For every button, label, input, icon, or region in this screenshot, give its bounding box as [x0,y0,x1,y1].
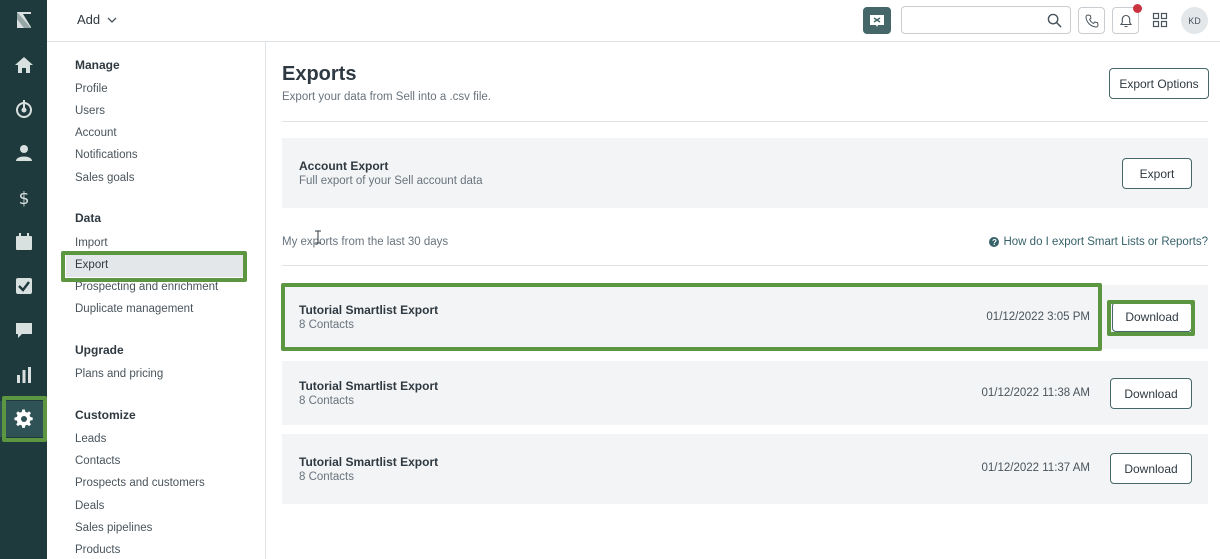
nav-heading-data: Data [75,211,102,225]
notification-badge [1133,4,1142,13]
reports-icon[interactable] [0,357,47,393]
add-menu-button[interactable]: Add [77,12,117,27]
export-row-date: 01/12/2022 11:37 AM [981,462,1091,474]
leads-icon[interactable] [0,91,47,127]
export-row-date: 01/12/2022 11:38 AM [981,387,1091,399]
download-button[interactable]: Download [1110,453,1192,484]
nav-item-notifications[interactable]: Notifications [75,149,138,161]
export-row: Tutorial Smartlist Export 8 Contacts 01/… [282,285,1208,349]
calendar-icon[interactable] [0,224,47,260]
chevron-down-icon [107,17,117,23]
export-row: Tutorial Smartlist Export 8 Contacts 01/… [282,434,1208,504]
add-label: Add [77,12,101,27]
nav-item-sales-goals[interactable]: Sales goals [75,172,134,184]
avatar-initials: KD [1188,15,1201,26]
export-row-count: 8 Contacts [299,471,354,483]
nav-item-duplicate-management[interactable]: Duplicate management [75,303,193,315]
account-export-card: Account Export Full export of your Sell … [282,138,1208,208]
nav-item-sales-pipelines[interactable]: Sales pipelines [75,522,152,534]
nav-item-profile[interactable]: Profile [75,83,108,95]
export-row-count: 8 Contacts [299,395,354,407]
notifications-button[interactable] [1112,4,1142,34]
messages-icon[interactable] [0,312,47,348]
export-row-date: 01/12/2022 3:05 PM [986,311,1090,323]
nav-item-leads[interactable]: Leads [75,433,106,445]
nav-item-deals[interactable]: Deals [75,500,104,512]
account-export-title: Account Export [299,159,389,173]
phone-icon [1084,13,1099,28]
nav-heading-manage: Manage [75,58,120,72]
apps-grid-icon[interactable] [1152,12,1168,28]
page-subtitle: Export your data from Sell into a .csv f… [282,91,492,103]
nav-item-users[interactable]: Users [75,105,105,117]
download-button[interactable]: Download [1110,378,1192,409]
avatar[interactable]: KD [1181,7,1208,34]
nav-item-plans-pricing[interactable]: Plans and pricing [75,368,163,380]
nav-item-import[interactable]: Import [75,237,108,249]
nav-heading-upgrade: Upgrade [75,343,124,357]
bell-icon [1119,14,1132,27]
export-row-title: Tutorial Smartlist Export [299,303,439,317]
search-input[interactable] [902,7,1042,33]
help-link[interactable]: ? How do I export Smart Lists or Reports… [989,236,1208,248]
settings-icon[interactable] [0,401,47,437]
tasks-icon[interactable] [0,268,47,304]
export-button[interactable]: Export [1122,158,1192,189]
nav-item-prospecting[interactable]: Prospecting and enrichment [75,281,218,293]
nav-item-products[interactable]: Products [75,544,120,556]
svg-text:$: $ [18,189,29,208]
download-button[interactable]: Download [1112,302,1192,332]
text-cursor-icon [315,230,321,244]
phone-button[interactable] [1078,7,1105,34]
logo-icon[interactable] [0,2,47,38]
export-row: Tutorial Smartlist Export 8 Contacts 01/… [282,361,1208,425]
chat-button[interactable] [863,7,891,34]
nav-item-export[interactable]: Export [75,259,108,271]
search-box[interactable] [901,6,1071,34]
header-divider [282,121,1208,122]
settings-nav: Manage Profile Users Account Notificatio… [47,42,266,559]
export-options-button[interactable]: Export Options [1109,68,1209,99]
nav-heading-customize: Customize [75,408,136,422]
contacts-icon[interactable] [0,135,47,171]
page-title: Exports [282,63,357,85]
export-row-title: Tutorial Smartlist Export [299,379,439,393]
list-divider [282,265,1208,266]
nav-item-prospects-customers[interactable]: Prospects and customers [75,477,205,489]
app-rail: $ [0,0,47,559]
nav-item-contacts[interactable]: Contacts [75,455,120,467]
account-export-description: Full export of your Sell account data [299,175,483,187]
help-icon: ? [989,237,1000,247]
recent-exports-label: My exports from the last 30 days [282,236,449,248]
deals-icon[interactable]: $ [0,180,47,216]
help-link-text: How do I export Smart Lists or Reports? [1003,236,1208,248]
top-bar: Add KD [47,0,1220,42]
main-content: Exports Export your data from Sell into … [266,42,1220,559]
search-icon[interactable] [1047,13,1062,28]
chat-icon [870,14,884,27]
export-row-count: 8 Contacts [299,319,354,331]
export-row-title: Tutorial Smartlist Export [299,455,439,469]
home-icon[interactable] [0,47,47,83]
nav-item-account[interactable]: Account [75,127,117,139]
